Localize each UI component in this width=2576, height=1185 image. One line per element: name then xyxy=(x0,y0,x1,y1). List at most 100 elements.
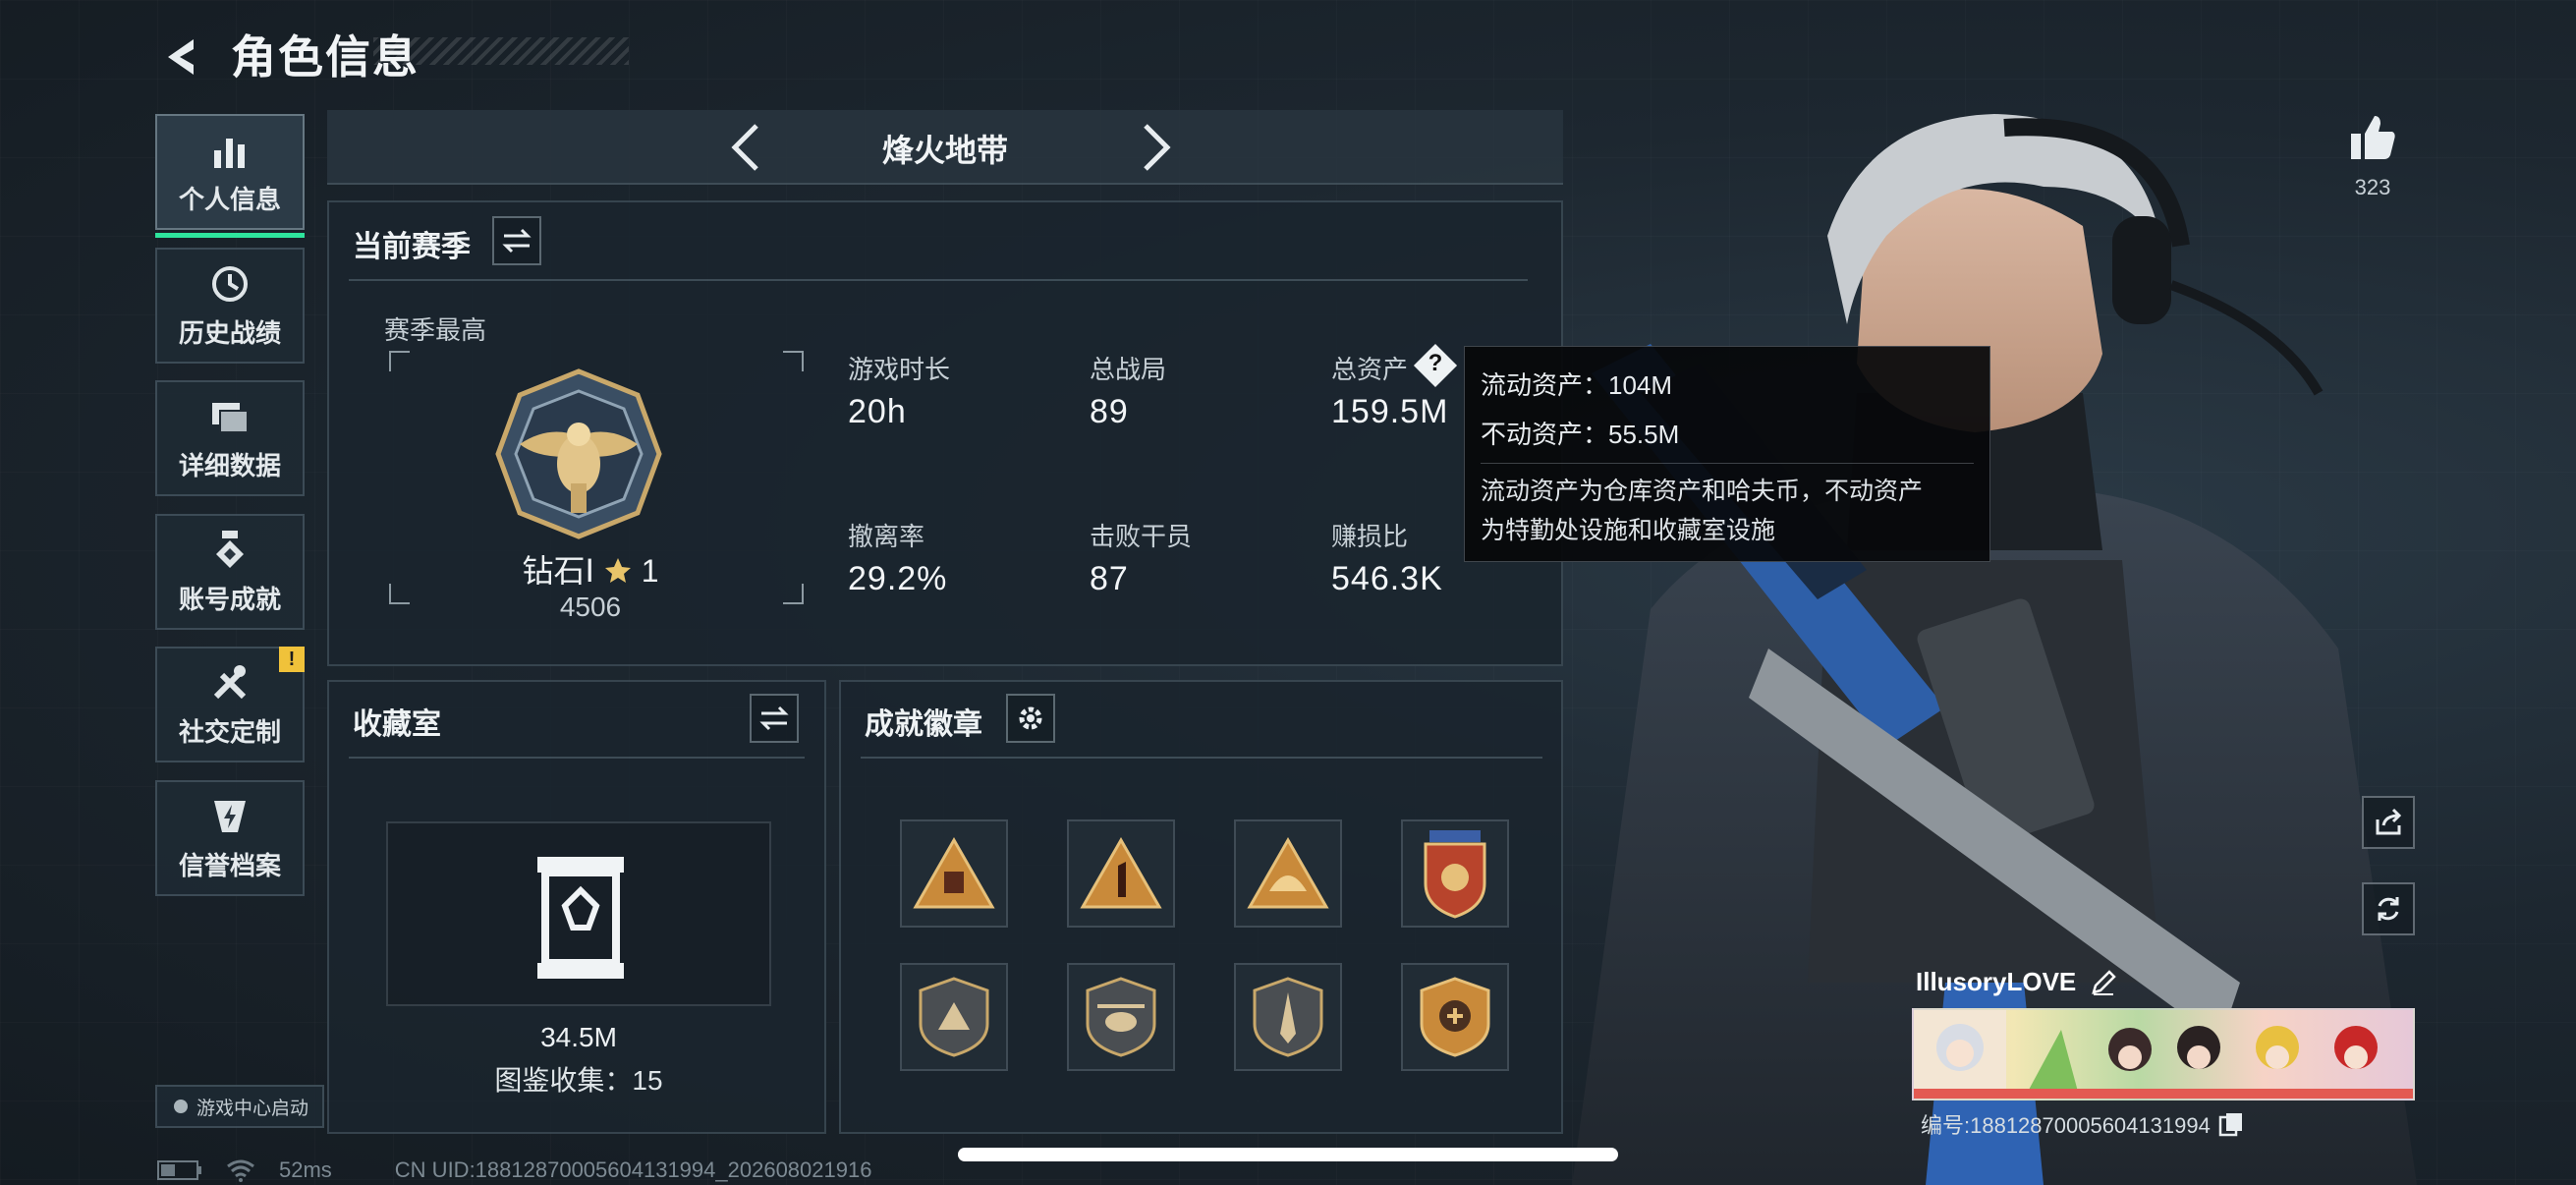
tooltip-fixed-assets: 不动资产：55.5M xyxy=(1481,420,1680,449)
player-name-row: IllusoryLOVE xyxy=(1916,967,2117,997)
collection-value: 34.5M xyxy=(540,1022,617,1052)
cn-uid: CN UID:18812870005604131994_202608021916 xyxy=(394,1157,872,1182)
achievement-badge-7[interactable] xyxy=(1234,963,1342,1071)
refresh-button[interactable] xyxy=(2362,882,2415,935)
achievements-title: 成就徽章 xyxy=(865,708,982,741)
player-uid-row: 编号:18812870005604131994 xyxy=(1921,1108,2244,1140)
shield-bolt-icon xyxy=(214,800,246,832)
achievement-badge-2[interactable] xyxy=(1067,819,1175,928)
rank-name: 钻石Ⅰ xyxy=(522,553,594,589)
player-banner[interactable] xyxy=(1912,1008,2415,1100)
tooltip-divider xyxy=(1481,463,1974,464)
divider xyxy=(349,279,1528,281)
chibi-characters-banner xyxy=(1914,1010,2413,1099)
shield-stars-badge-icon xyxy=(1424,830,1486,919)
swap-arrows-icon xyxy=(502,228,532,254)
back-button[interactable] xyxy=(152,28,211,86)
divider xyxy=(349,757,805,759)
share-button[interactable] xyxy=(2362,796,2415,849)
sidebar-item-personal-info[interactable]: 个人信息 xyxy=(155,114,305,238)
collection-switch-button[interactable] xyxy=(750,694,799,743)
sidebar-item-label: 历史战绩 xyxy=(178,317,281,348)
help-question-mark: ? xyxy=(1428,350,1443,376)
player-name: IllusoryLOVE xyxy=(1916,967,2077,996)
stat-label-total-assets: 总资产 xyxy=(1331,355,1409,384)
back-arrow-icon xyxy=(168,39,194,75)
season-best-label: 赛季最高 xyxy=(384,315,487,345)
stat-label-extract-rate: 撤离率 xyxy=(848,522,925,551)
divider xyxy=(861,757,1542,759)
sidebar-item-history[interactable]: 历史战绩 xyxy=(155,248,305,364)
medal-icon xyxy=(216,530,244,568)
achievement-badge-8[interactable] xyxy=(1401,963,1509,1071)
home-indicator[interactable] xyxy=(958,1148,1618,1161)
shield-helicopter-badge-icon xyxy=(1086,977,1156,1057)
stat-value-play-time: 20h xyxy=(848,393,907,430)
triangle-crate-badge-icon xyxy=(913,836,995,909)
achievement-badge-3[interactable] xyxy=(1234,819,1342,928)
achievements-panel: 成就徽章 xyxy=(839,680,1563,1134)
like-count: 323 xyxy=(2354,175,2391,199)
folders-icon xyxy=(212,402,249,433)
season-title: 当前赛季 xyxy=(353,231,471,263)
mode-selector: 烽火地带 xyxy=(327,110,1563,185)
battery-icon xyxy=(157,1160,201,1180)
sidebar-item-detailed-data[interactable]: 详细数据 xyxy=(155,380,305,496)
gear-icon xyxy=(1019,706,1042,730)
stat-value-profit-ratio: 546.3K xyxy=(1331,560,1443,597)
thumbs-up-icon xyxy=(2351,116,2395,159)
sidebar-item-label: 社交定制 xyxy=(178,716,281,747)
stat-value-extract-rate: 29.2% xyxy=(848,560,948,597)
achievements-settings-button[interactable] xyxy=(1006,694,1055,743)
mode-next-button[interactable] xyxy=(1128,118,1187,177)
season-panel: 当前赛季 赛季最高 钻石Ⅰ 1 4506 游戏时长 20h 总战局 89 总资产… xyxy=(327,200,1563,666)
achievement-badge-4[interactable] xyxy=(1401,819,1509,928)
tooltip-desc-line1: 流动资产为仓库资产和哈夫币，不动资产 xyxy=(1481,478,1924,505)
sidebar-item-label: 信誉档案 xyxy=(178,850,281,880)
rank-score: 4506 xyxy=(559,592,622,622)
player-uid: 编号:18812870005604131994 xyxy=(1921,1113,2211,1138)
display-case-icon xyxy=(537,857,624,979)
shield-blade-badge-icon xyxy=(1253,977,1323,1057)
shield-emblem-badge-icon xyxy=(1420,977,1490,1057)
stat-label-profit-ratio: 赚损比 xyxy=(1331,522,1409,551)
rank-stars: 1 xyxy=(641,553,659,589)
stat-value-total-assets: 159.5M xyxy=(1331,393,1449,430)
collection-count: 图鉴收集：15 xyxy=(494,1065,663,1096)
title-decoration xyxy=(373,37,629,65)
share-icon xyxy=(2376,808,2402,835)
sidebar-item-achievements[interactable]: 账号成就 xyxy=(155,514,305,630)
season-switch-button[interactable] xyxy=(492,216,541,265)
copy-icon[interactable] xyxy=(2218,1111,2244,1137)
stat-label-kills: 击败干员 xyxy=(1090,522,1193,551)
game-center-icon xyxy=(173,1100,188,1113)
achievement-badge-6[interactable] xyxy=(1067,963,1175,1071)
ping-value: 52ms xyxy=(279,1157,332,1182)
sidebar-item-label: 详细数据 xyxy=(178,450,281,480)
refresh-icon xyxy=(2378,897,2399,921)
status-bar: 52ms CN UID:18812870005604131994_2026080… xyxy=(157,1157,871,1183)
bar-chart-icon xyxy=(214,138,245,168)
sidebar-item-label: 个人信息 xyxy=(178,184,281,214)
sidebar-item-social-custom[interactable]: 社交定制 ! xyxy=(155,647,305,762)
swap-arrows-icon xyxy=(759,705,789,731)
achievement-badge-1[interactable] xyxy=(900,819,1008,928)
collection-display-case[interactable] xyxy=(386,821,771,1006)
assets-tooltip: 流动资产：104M 不动资产：55.5M 流动资产为仓库资产和哈夫币，不动资产 … xyxy=(1464,346,1990,562)
sidebar-item-reputation[interactable]: 信誉档案 xyxy=(155,780,305,896)
diamond-rank-emblem-icon xyxy=(495,368,662,539)
mode-label: 烽火地带 xyxy=(881,133,1008,168)
game-center-launch-button[interactable]: 游戏中心启动 xyxy=(155,1085,324,1128)
wifi-icon xyxy=(227,1159,254,1182)
triangle-helmet-badge-icon xyxy=(1247,836,1329,909)
edit-pencil-icon[interactable] xyxy=(2090,969,2117,996)
history-clock-icon xyxy=(212,265,248,302)
achievement-badge-5[interactable] xyxy=(900,963,1008,1071)
tooltip-liquid-assets: 流动资产：104M xyxy=(1481,370,1673,400)
chevron-right-icon xyxy=(1144,124,1171,171)
triangle-one-badge-icon xyxy=(1080,836,1162,909)
notification-badge: ! xyxy=(279,647,305,672)
tools-icon xyxy=(213,664,247,699)
like-button[interactable] xyxy=(2338,103,2407,172)
stat-value-kills: 87 xyxy=(1090,560,1129,597)
